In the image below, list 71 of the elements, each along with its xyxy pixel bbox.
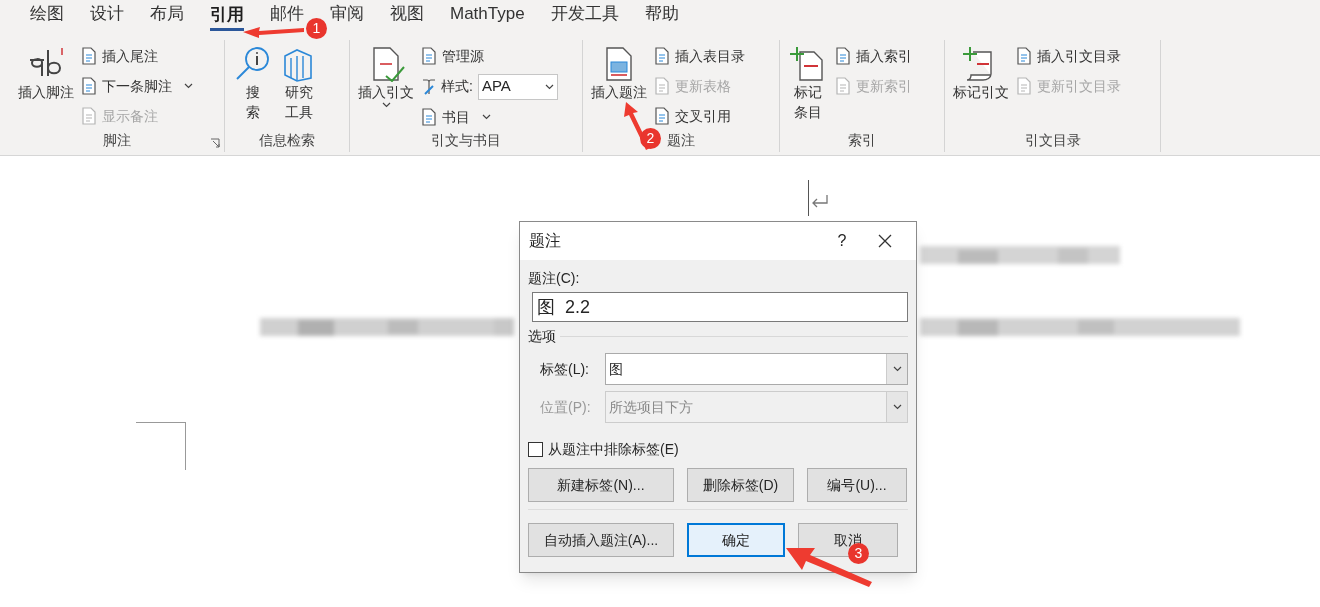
ribbon-tab[interactable]: 开发工具 — [550, 3, 619, 25]
document-icon — [1015, 77, 1033, 95]
ribbon-tab[interactable]: 审阅 — [330, 3, 364, 25]
group-label: 题注 — [667, 131, 695, 150]
ribbon-button[interactable]: 插入题注 — [591, 40, 647, 102]
style-icon — [420, 77, 438, 96]
document-icon — [834, 77, 852, 95]
checkbox[interactable] — [528, 442, 543, 457]
document-icon — [653, 47, 671, 65]
group-label: 引文与书目 — [431, 131, 501, 150]
field-label: 标签(L): — [540, 359, 590, 379]
document-icon — [834, 47, 852, 65]
caption-field[interactable]: 图 2.2 — [532, 292, 908, 322]
annotation-arrow — [243, 27, 304, 38]
caret-icon[interactable] — [892, 366, 902, 372]
ribbon-tab[interactable]: 引用 — [210, 3, 244, 31]
caret-icon — [544, 83, 554, 90]
dialog-button[interactable]: 新建标签(N)... — [528, 468, 674, 502]
ribbon-tab[interactable]: 邮件 — [270, 3, 304, 25]
ribbon-button[interactable]: 书目 — [420, 105, 558, 129]
paragraph-mark-icon — [810, 194, 830, 208]
caret-icon[interactable] — [892, 404, 902, 410]
section-heading: 选项 — [528, 327, 556, 346]
ribbon-button[interactable]: 交叉引用 — [653, 104, 745, 128]
ribbon-tab[interactable]: 设计 — [90, 3, 124, 25]
dialog-button[interactable]: 删除标签(D) — [687, 468, 794, 502]
ribbon-button[interactable]: 搜 索 — [233, 40, 273, 122]
ribbon-tab[interactable]: MathType — [450, 3, 525, 25]
document-icon — [420, 108, 438, 126]
field-label: 题注(C): — [528, 269, 581, 288]
dialog-title: 题注 — [529, 231, 562, 251]
group-label: 脚注 — [103, 131, 131, 150]
ribbon-tab[interactable]: 视图 — [390, 3, 424, 25]
dialog-button[interactable]: 自动插入题注(A)... — [528, 523, 674, 557]
launcher-icon[interactable] — [210, 138, 220, 148]
ribbon-tab[interactable]: 布局 — [150, 3, 184, 25]
field-label: 位置(P): — [540, 397, 592, 417]
margin-corner-mark — [136, 422, 186, 470]
caret-icon — [184, 83, 193, 89]
ribbon-button[interactable]: 研究 工具 — [279, 40, 319, 122]
dropdown-field[interactable]: 图 — [605, 353, 908, 385]
ribbon-button[interactable]: 插入引文 — [358, 40, 414, 108]
ribbon-button[interactable]: 下一条脚注 — [80, 74, 193, 98]
ribbon-button[interactable]: 管理源 — [420, 44, 558, 68]
dialog-button[interactable]: 编号(U)... — [807, 468, 907, 502]
document-icon — [420, 47, 438, 65]
document-icon — [80, 77, 98, 95]
ribbon-button[interactable]: 插入引文目录 — [1015, 44, 1121, 68]
ribbon-tab[interactable]: 帮助 — [644, 3, 679, 25]
group-label: 引文目录 — [1024, 131, 1081, 150]
document-icon — [653, 107, 671, 125]
ribbon-button[interactable]: 标记引文 — [953, 40, 1009, 102]
ribbon-button[interactable]: 插入脚注 — [18, 40, 74, 102]
document-icon — [80, 47, 98, 65]
field-label: 样式: — [441, 77, 473, 96]
ribbon-button[interactable]: 插入尾注 — [80, 44, 193, 68]
ribbon-button[interactable]: 标记 条目 — [788, 40, 828, 122]
style-dropdown[interactable]: APA — [477, 73, 558, 100]
document-icon — [1015, 47, 1033, 65]
dialog-button[interactable]: 确定 — [687, 523, 785, 557]
document-icon — [653, 77, 671, 95]
ribbon-tab[interactable]: 绘图 — [30, 3, 64, 25]
caret-icon — [482, 114, 491, 120]
group-label: 索引 — [848, 131, 876, 150]
document-icon — [80, 107, 98, 125]
group-label: 信息检索 — [259, 131, 315, 150]
caret-icon — [381, 102, 391, 108]
help-button[interactable]: ? — [822, 229, 862, 253]
ribbon-button[interactable]: 插入表目录 — [653, 44, 745, 68]
ribbon-button[interactable]: 插入索引 — [834, 44, 912, 68]
checkbox-label: 从题注中排除标签(E) — [548, 440, 679, 459]
